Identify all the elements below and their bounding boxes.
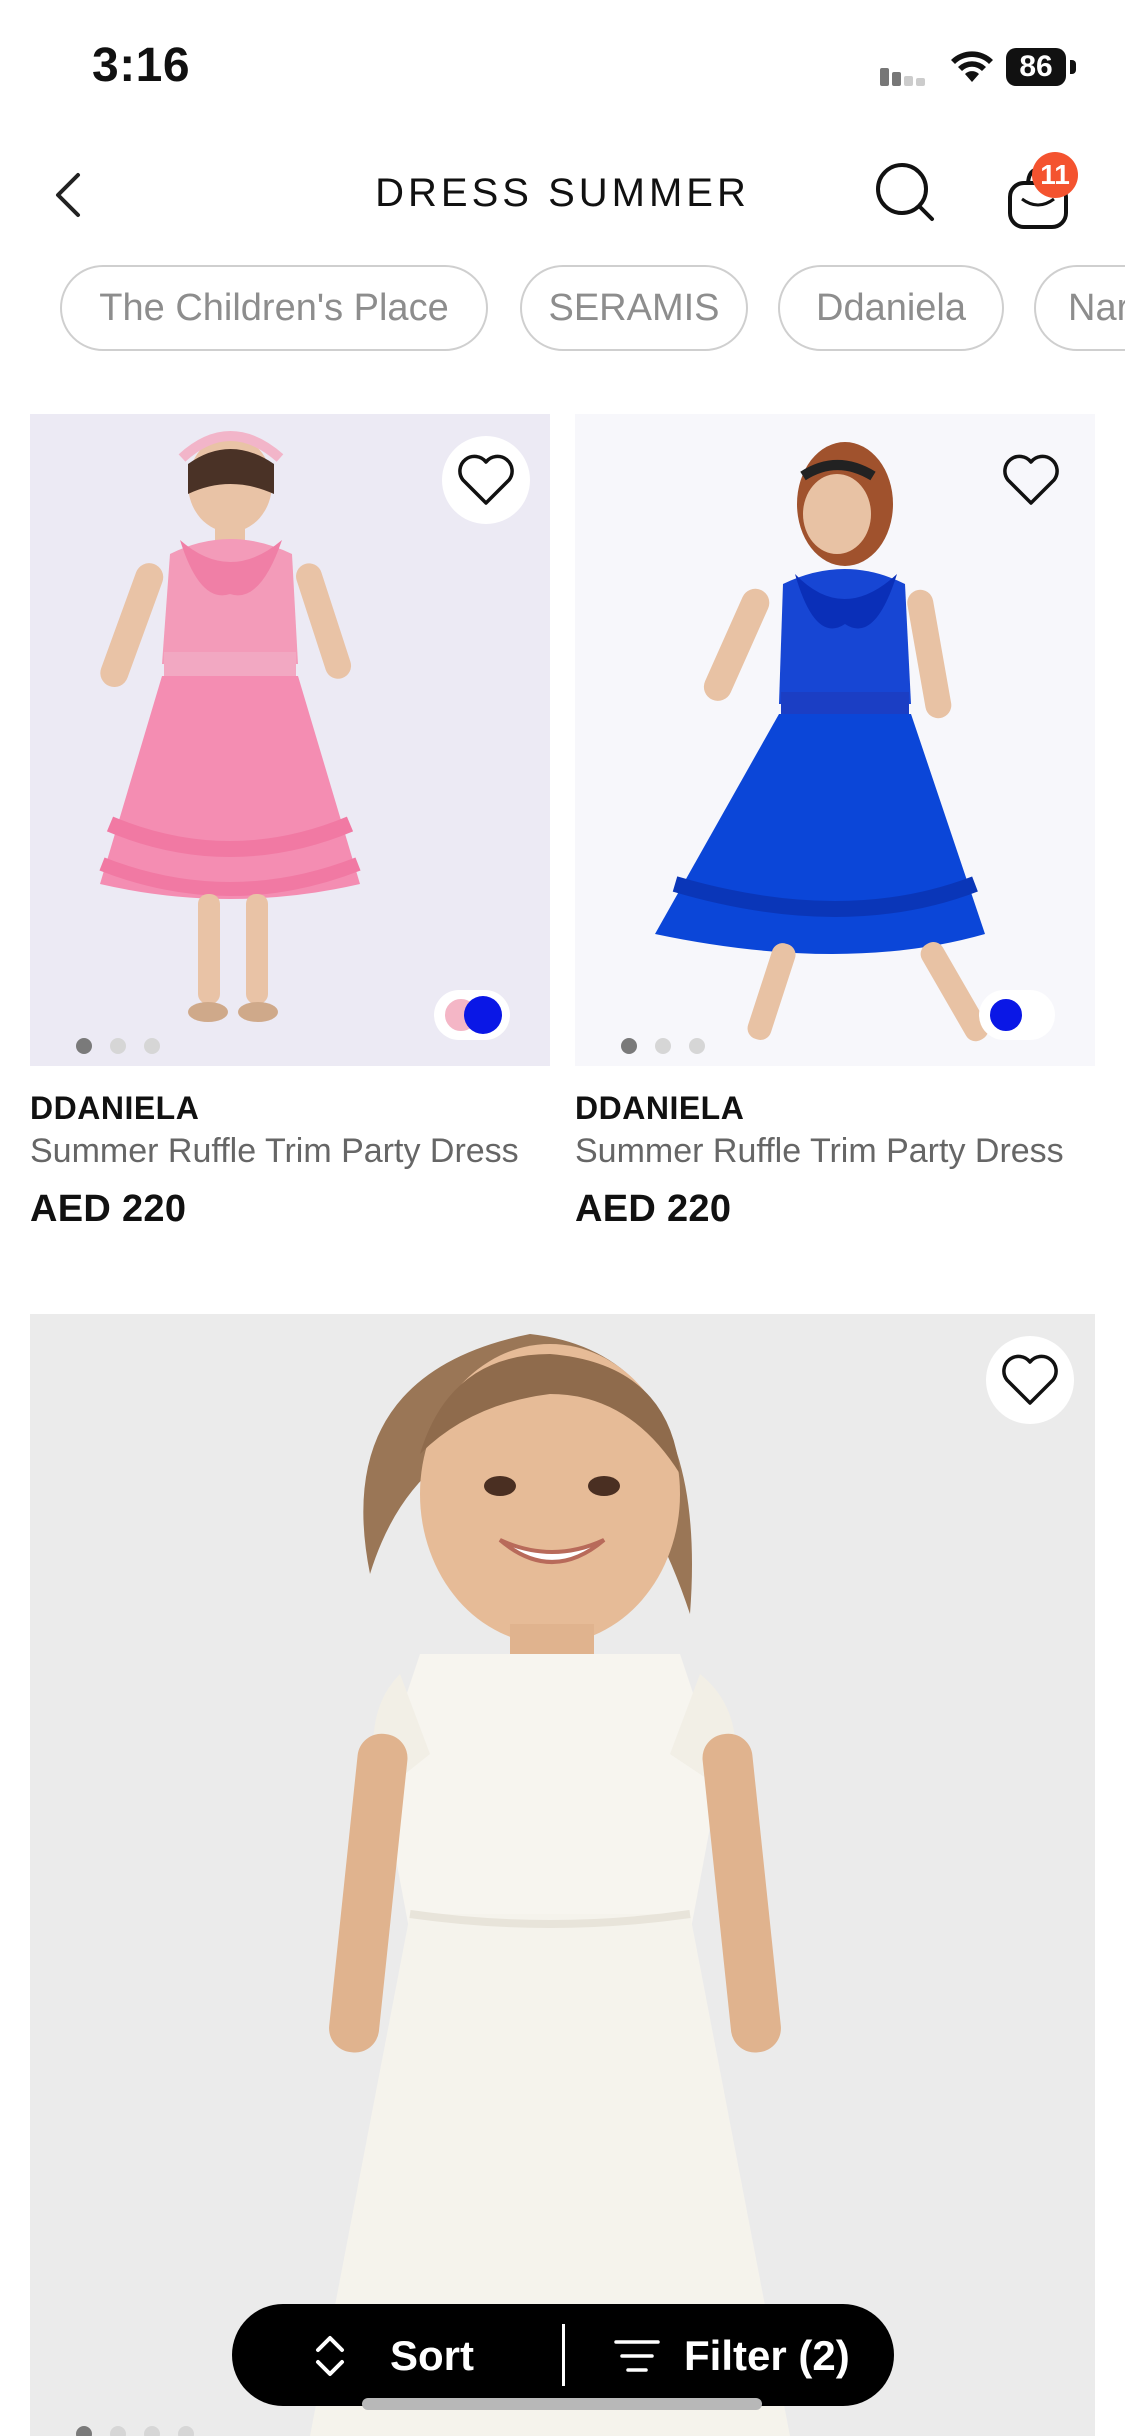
product-price: AED 220 <box>575 1188 732 1230</box>
white-dress-illustration <box>310 1334 790 2436</box>
color-swatches[interactable] <box>434 990 510 1040</box>
carousel-dot <box>110 1038 126 1054</box>
sort-filter-bar: Sort Filter (2) <box>232 2304 894 2406</box>
battery-level: 86 <box>1006 48 1066 86</box>
status-bar: 3:16 86 <box>0 0 1125 130</box>
swatch-blue[interactable] <box>987 996 1025 1034</box>
favorite-button[interactable] <box>987 436 1075 524</box>
product-brand: DDANIELA <box>575 1090 745 1126</box>
favorite-button[interactable] <box>442 436 530 524</box>
chip-childrens-place[interactable]: The Children's Place <box>60 265 488 351</box>
favorite-button[interactable] <box>986 1336 1074 1424</box>
sort-label: Sort <box>390 2332 474 2379</box>
cart-count-badge: 11 <box>1032 152 1078 198</box>
carousel-dot <box>76 2426 92 2436</box>
image-carousel-dots <box>76 1038 160 1054</box>
chip-seramis[interactable]: SERAMIS <box>520 265 748 351</box>
carousel-dot <box>178 2426 194 2436</box>
product-brand: DDANIELA <box>30 1090 200 1126</box>
status-time: 3:16 <box>92 39 191 92</box>
carousel-dot <box>144 1038 160 1054</box>
battery-tip <box>1070 60 1076 74</box>
home-indicator <box>362 2398 762 2410</box>
chip-nar[interactable]: Nar <box>1034 265 1125 351</box>
carousel-dot <box>655 1038 671 1054</box>
filter-button[interactable]: Filter (2) <box>564 2304 894 2406</box>
nav-header: DRESS SUMMER <box>0 145 1125 255</box>
image-carousel-dots <box>76 2426 194 2436</box>
sort-button[interactable]: Sort <box>232 2304 562 2406</box>
sort-chevrons-icon <box>316 2336 344 2376</box>
page-title: DRESS SUMMER <box>375 171 750 215</box>
heart-icon <box>1003 454 1059 505</box>
carousel-dot <box>621 1038 637 1054</box>
product-image-pink-dress[interactable] <box>30 414 550 1066</box>
product-name[interactable]: Summer Ruffle Trim Party Dress <box>575 1132 1064 1171</box>
carousel-dot <box>110 2426 126 2436</box>
heart-icon <box>1002 1354 1058 1405</box>
product-name[interactable]: Summer Ruffle Trim Party Dress <box>30 1132 519 1171</box>
product-image-blue-dress[interactable] <box>575 414 1095 1066</box>
carousel-dot <box>689 1038 705 1054</box>
filter-lines-icon <box>614 2340 660 2372</box>
chip-ddaniela[interactable]: Ddaniela <box>778 265 1004 351</box>
product-price: AED 220 <box>30 1188 187 1230</box>
brand-filter-chips: The Children's Place SERAMIS Ddaniela Na… <box>0 265 1125 355</box>
carousel-dot <box>76 1038 92 1054</box>
carousel-dot <box>144 2426 160 2436</box>
color-swatches[interactable] <box>979 990 1055 1040</box>
search-icon[interactable] <box>872 159 938 225</box>
product-image-white-dress[interactable] <box>30 1314 1095 2436</box>
heart-icon <box>458 454 514 505</box>
image-carousel-dots <box>621 1038 705 1054</box>
cellular-signal-icon <box>880 68 925 86</box>
filter-label: Filter (2) <box>684 2332 850 2379</box>
swatch-blue[interactable] <box>464 996 502 1034</box>
wifi-icon <box>951 51 993 82</box>
